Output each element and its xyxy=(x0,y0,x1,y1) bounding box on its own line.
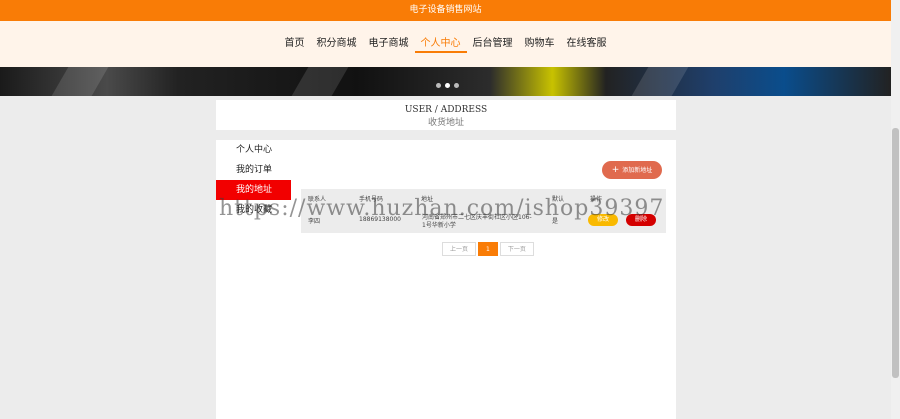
nav-item-personal-center[interactable]: 个人中心 xyxy=(414,35,467,53)
sidebar-item-my-favorites[interactable]: 我的收藏 xyxy=(216,200,291,220)
banner-decoration xyxy=(51,67,109,96)
sidebar-menu: 个人中心 我的订单 我的地址 我的收藏 xyxy=(216,140,291,220)
main-navbar: 首页 积分商城 电子商城 个人中心 后台管理 购物车 在线客服 xyxy=(0,21,891,67)
current-page-button[interactable]: 1 xyxy=(478,242,498,256)
edit-button[interactable]: 修改 xyxy=(588,214,618,226)
banner-decoration xyxy=(631,67,689,96)
scrollbar-thumb[interactable] xyxy=(892,128,899,378)
plus-icon: + xyxy=(611,165,620,175)
page-title-en: USER / ADDRESS xyxy=(404,105,488,115)
content-panel: 个人中心 我的订单 我的地址 我的收藏 + 添加新地址 联系人 手机号码 地址 默… xyxy=(216,140,676,419)
nav-item-online-service[interactable]: 在线客服 xyxy=(561,35,613,53)
sidebar-item-my-address[interactable]: 我的地址 xyxy=(216,180,291,200)
cell-phone: 18869138000 xyxy=(359,216,401,223)
page-title-cn: 收货地址 xyxy=(427,118,464,128)
nav-item-home[interactable]: 首页 xyxy=(279,35,311,53)
delete-button[interactable]: 删除 xyxy=(626,214,656,226)
add-address-label: 添加新地址 xyxy=(622,167,653,174)
carousel-dot-active[interactable] xyxy=(445,83,450,88)
carousel-dots xyxy=(436,83,459,88)
nav-menu: 首页 积分商城 电子商城 个人中心 后台管理 购物车 在线客服 xyxy=(0,35,891,53)
page-scrollbar[interactable] xyxy=(891,0,900,419)
site-title: 电子设备销售网站 xyxy=(409,5,482,15)
banner-decoration xyxy=(291,67,349,96)
prev-page-button[interactable]: 上一页 xyxy=(442,242,477,256)
banner-carousel[interactable] xyxy=(0,67,891,96)
next-page-button[interactable]: 下一页 xyxy=(499,242,534,256)
nav-item-electronics-mall[interactable]: 电子商城 xyxy=(363,35,415,53)
column-header-default: 默认 xyxy=(552,196,565,203)
address-table: 联系人 手机号码 地址 默认 操作 李四 18869138000 河南省郑州市二… xyxy=(301,189,666,233)
carousel-dot[interactable] xyxy=(454,83,459,88)
sidebar-item-my-orders[interactable]: 我的订单 xyxy=(216,160,291,180)
cell-default: 是 xyxy=(552,218,559,225)
nav-item-cart[interactable]: 购物车 xyxy=(519,35,561,53)
carousel-dot[interactable] xyxy=(436,83,441,88)
nav-item-points-mall[interactable]: 积分商城 xyxy=(311,35,363,53)
sidebar-item-personal-center[interactable]: 个人中心 xyxy=(216,140,291,160)
column-header-address: 地址 xyxy=(421,196,434,203)
column-header-actions: 操作 xyxy=(590,196,603,203)
page-title-box: USER / ADDRESS 收货地址 xyxy=(216,100,676,130)
cell-contact: 李四 xyxy=(308,218,321,225)
column-header-contact: 联系人 xyxy=(308,196,327,203)
pagination: 上一页 1 下一页 xyxy=(442,242,534,256)
top-header-bar: 电子设备销售网站 xyxy=(0,0,891,21)
column-header-phone: 手机号码 xyxy=(359,196,384,203)
nav-item-admin[interactable]: 后台管理 xyxy=(467,35,519,53)
cell-address: 河南省郑州市二七区庆丰街社区小区106-1号华新小学 xyxy=(422,214,532,229)
add-address-button[interactable]: + 添加新地址 xyxy=(602,161,662,179)
